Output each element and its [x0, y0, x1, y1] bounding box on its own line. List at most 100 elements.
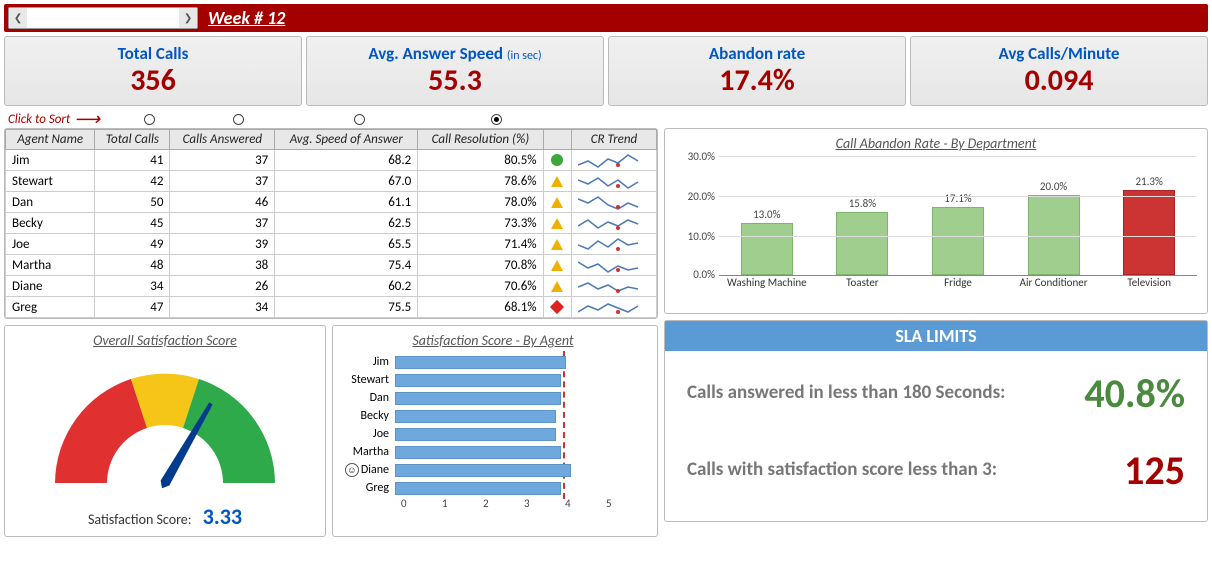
- scroll-left-button[interactable]: ❮: [9, 8, 27, 28]
- hbar-label: Stewart: [339, 373, 395, 387]
- cell-resolution: 70.6%: [418, 276, 543, 297]
- sla-row1-value: 40.8%: [1084, 369, 1185, 418]
- vbar-fill: [1123, 190, 1175, 275]
- cell-speed: 75.5: [275, 297, 418, 318]
- agent-name: Becky: [6, 213, 95, 234]
- cell-calls: 49: [95, 234, 170, 255]
- cell-calls: 42: [95, 171, 170, 192]
- cell-indicator: [543, 255, 571, 276]
- hbar-track: [395, 410, 647, 423]
- cell-answered: 37: [170, 150, 275, 171]
- abandon-chart: 30.0% 20.0% 10.0% 0.0% 13.0%15.8%17.1%20…: [719, 156, 1197, 276]
- vbar-value-label: 13.0%: [753, 208, 780, 221]
- hbar-row: Stewart: [339, 371, 647, 389]
- cell-resolution: 70.8%: [418, 255, 543, 276]
- sort-radio-speed[interactable]: [354, 114, 365, 125]
- hbar-fill: [395, 446, 561, 459]
- cell-indicator: [543, 192, 571, 213]
- cell-resolution: 68.1%: [418, 297, 543, 318]
- table-row: Joe493965.571.4%: [6, 234, 657, 255]
- status-red-icon: [550, 300, 564, 314]
- cell-calls: 34: [95, 276, 170, 297]
- ytick: 10.0%: [675, 230, 715, 243]
- hbar-row: Martha: [339, 443, 647, 461]
- axis-tick: 0: [401, 497, 442, 510]
- week-scrollbar[interactable]: ❮ ❯: [8, 7, 198, 29]
- hbar-row: Greg: [339, 479, 647, 497]
- cell-trend: [571, 192, 656, 213]
- cell-calls: 41: [95, 150, 170, 171]
- abandon-panel: Call Abandon Rate - By Department 30.0% …: [664, 128, 1208, 314]
- cell-calls: 48: [95, 255, 170, 276]
- cell-speed: 67.0: [275, 171, 418, 192]
- hbar-track: [395, 464, 647, 477]
- agent-name: Jim: [6, 150, 95, 171]
- sparkline-icon: [578, 235, 640, 253]
- agent-table: Agent NameTotal CallsCalls AnsweredAvg. …: [5, 129, 657, 318]
- kpi-subtitle: (in sec): [507, 49, 542, 63]
- ytick: 0.0%: [675, 268, 715, 281]
- kpi-calls-per-minute: Avg Calls/Minute 0.094: [910, 36, 1208, 106]
- vbar-value-label: 17.1%: [944, 192, 971, 205]
- col-header: Avg. Speed of Answer: [275, 130, 418, 150]
- vbar-fill: [836, 212, 888, 275]
- kpi-value: 0.094: [915, 64, 1203, 97]
- cell-answered: 46: [170, 192, 275, 213]
- cell-resolution: 78.6%: [418, 171, 543, 192]
- kpi-title: Avg Calls/Minute: [999, 43, 1120, 64]
- kpi-total-calls: Total Calls 356: [4, 36, 302, 106]
- sort-hint: Click to Sort: [8, 112, 70, 127]
- vbar-fill: [932, 207, 984, 275]
- status-yellow-icon: [551, 260, 563, 271]
- hbar-fill: [395, 374, 561, 387]
- agent-name: Greg: [6, 297, 95, 318]
- week-label: Week # 12: [208, 7, 285, 29]
- vbar-value-label: 21.3%: [1135, 175, 1162, 188]
- cell-indicator: [543, 150, 571, 171]
- cell-speed: 75.4: [275, 255, 418, 276]
- scroll-right-button[interactable]: ❯: [179, 8, 197, 28]
- vbar-value-label: 20.0%: [1040, 180, 1067, 193]
- hbar-fill: [395, 410, 556, 423]
- kpi-answer-speed: Avg. Answer Speed (in sec) 55.3: [306, 36, 604, 106]
- cell-resolution: 78.0%: [418, 192, 543, 213]
- cell-answered: 37: [170, 213, 275, 234]
- col-header: Calls Answered: [170, 130, 275, 150]
- hbar-fill: [395, 428, 556, 441]
- vbar-fill: [1028, 195, 1080, 275]
- hbar-track: [395, 356, 647, 369]
- gauge-score-label: Satisfaction Score:: [88, 511, 192, 528]
- vbar-category: Washing Machine: [719, 276, 815, 289]
- sparkline-icon: [578, 298, 640, 316]
- sla-row2-text: Calls with satisfaction score less than …: [687, 459, 1124, 482]
- sparkline-icon: [578, 256, 640, 274]
- table-row: Diane342660.270.6%: [6, 276, 657, 297]
- sort-row: Click to Sort ⟶: [8, 110, 1208, 128]
- cell-speed: 61.1: [275, 192, 418, 213]
- sparkline-icon: [578, 277, 640, 295]
- axis-tick: 4: [565, 497, 606, 510]
- sort-radio-calls-answered[interactable]: [233, 114, 244, 125]
- hbar-fill: [395, 464, 571, 477]
- vbar-category: Fridge: [910, 276, 1006, 289]
- vbar: 20.0%: [1006, 180, 1102, 275]
- cell-calls: 47: [95, 297, 170, 318]
- cell-speed: 68.2: [275, 150, 418, 171]
- col-header: Call Resolution (%): [418, 130, 543, 150]
- sparkline-icon: [578, 172, 640, 190]
- sort-radio-total-calls[interactable]: [144, 114, 155, 125]
- hbar-axis: 012345: [401, 497, 647, 510]
- cell-trend: [571, 150, 656, 171]
- kpi-title: Abandon rate: [709, 43, 805, 64]
- hbar-track: [395, 482, 647, 495]
- sla-header: SLA LIMITS: [665, 321, 1207, 351]
- status-yellow-icon: [551, 197, 563, 208]
- ytick: 20.0%: [675, 190, 715, 203]
- cell-trend: [571, 276, 656, 297]
- agent-name: Martha: [6, 255, 95, 276]
- hbar-track: [395, 392, 647, 405]
- sort-radio-resolution[interactable]: [491, 114, 502, 125]
- cell-answered: 37: [170, 171, 275, 192]
- cell-resolution: 80.5%: [418, 150, 543, 171]
- gauge-title: Overall Satisfaction Score: [11, 332, 319, 349]
